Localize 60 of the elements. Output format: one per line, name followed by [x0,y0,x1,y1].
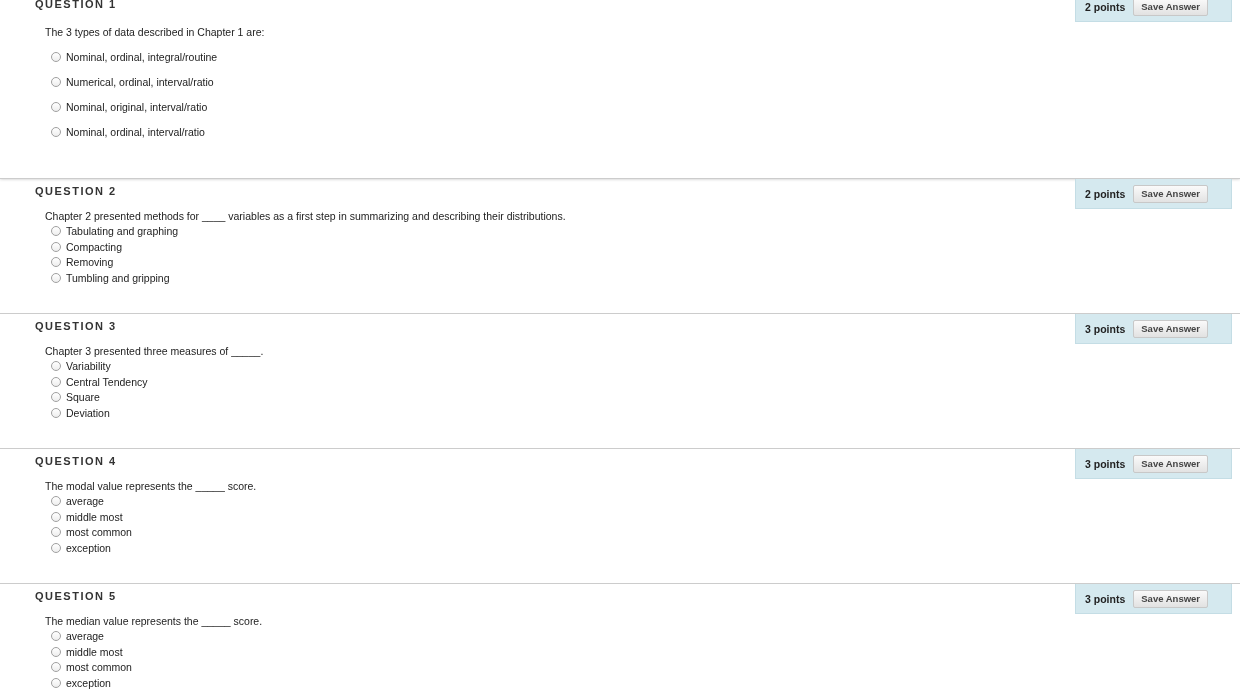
option-label: Nominal, ordinal, interval/ratio [66,125,205,138]
radio-button[interactable] [51,257,61,268]
radio-button[interactable] [51,646,61,657]
question-title: QUESTION 4 [34,454,117,469]
radio-button[interactable] [51,392,61,403]
radio-button[interactable] [51,376,61,387]
radio-button[interactable] [51,51,61,62]
option-label: Nominal, original, interval/ratio [66,100,208,113]
option-label: Tabulating and graphing [66,224,179,237]
option-label: most common [66,526,132,539]
radio-button[interactable] [51,677,61,688]
points-label: 2 points [1085,187,1126,200]
radio-button[interactable] [51,241,61,252]
points-label: 3 points [1085,457,1126,470]
save-answer-button[interactable]: Save Answer [1133,454,1209,473]
radio-button[interactable] [51,527,61,538]
radio-button[interactable] [51,630,61,641]
option-label: Compacting [66,240,123,253]
option-label: exception [66,676,111,689]
question-text: The median value represents the _____ score. [44,614,264,628]
save-answer-button[interactable]: Save Answer [1133,589,1209,608]
radio-button[interactable] [51,407,61,418]
points-label: 3 points [1085,322,1126,335]
radio-button[interactable] [51,101,61,112]
question-text: The 3 types of data described in Chapter 1 are: [44,25,266,39]
option-label: Nominal, ordinal, integral/routine [66,50,218,63]
option-label: Numerical, ordinal, interval/ratio [66,75,214,88]
option-label: middle most [66,645,123,658]
option-label: Variability [66,359,111,372]
save-answer-button[interactable]: Save Answer [1133,319,1209,338]
question-title: QUESTION 1 [34,0,117,12]
radio-button[interactable] [51,272,61,283]
option-label: Removing [66,256,114,269]
points-label: 2 points [1085,0,1126,13]
question-title: QUESTION 3 [34,319,117,334]
option-label: Deviation [66,406,110,419]
radio-button[interactable] [51,225,61,236]
question-title: QUESTION 2 [34,184,117,199]
radio-button[interactable] [51,126,61,137]
option-label: average [66,629,104,642]
option-label: exception [66,541,111,554]
question-text: Chapter 3 presented three measures of _____. [44,344,265,358]
radio-button[interactable] [51,511,61,522]
points-label: 3 points [1085,592,1126,605]
option-label: most common [66,661,132,674]
save-answer-button[interactable]: Save Answer [1133,184,1209,203]
option-label: middle most [66,510,123,523]
question-text: Chapter 2 presented methods for ____ variables as a first step in summarizing and describing their distributions. [44,209,567,223]
option-label: Tumbling and gripping [66,271,170,284]
radio-button[interactable] [51,360,61,371]
question-title: QUESTION 5 [34,589,117,604]
option-label: average [66,494,104,507]
question-text: The modal value represents the _____ score. [44,479,258,493]
save-answer-button[interactable]: Save Answer [1133,0,1209,16]
radio-button[interactable] [51,76,61,87]
radio-button[interactable] [51,542,61,553]
option-label: Central Tendency [66,375,148,388]
radio-button[interactable] [51,495,61,506]
radio-button[interactable] [51,662,61,673]
option-label: Square [66,391,100,404]
